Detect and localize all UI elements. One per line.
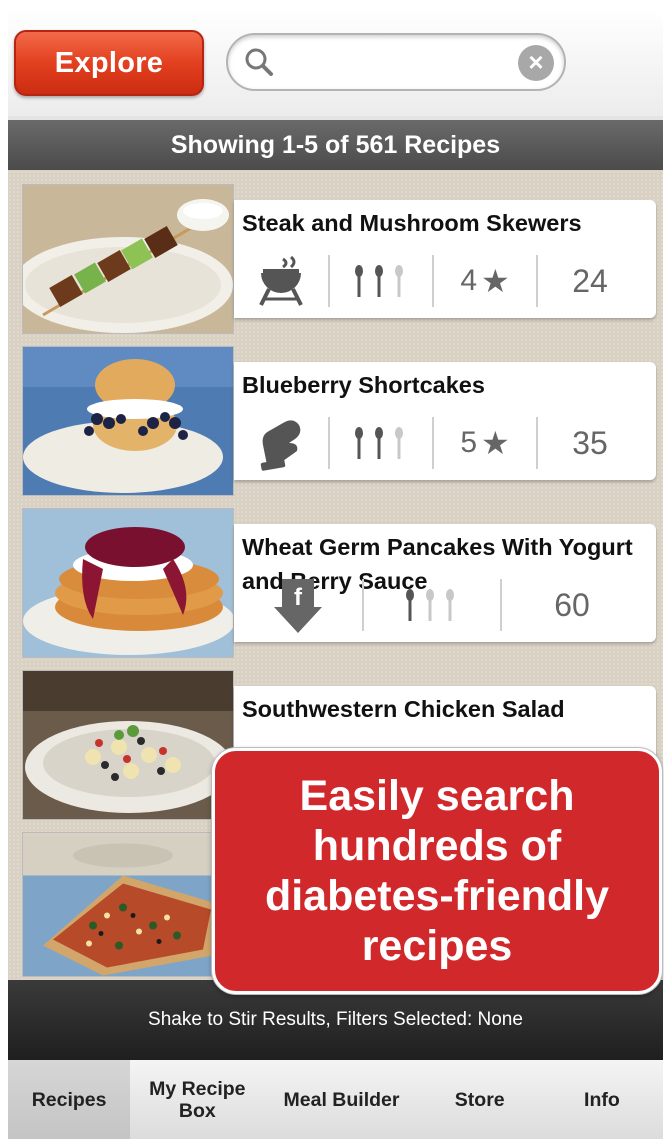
list-item[interactable]: Blueberry Shortcakes 5 ★ 35 — [22, 346, 656, 496]
search-box[interactable]: × — [226, 33, 566, 91]
recipe-title: Southwestern Chicken Salad — [242, 696, 565, 722]
recipe-title: Steak and Mushroom Skewers — [242, 210, 582, 236]
recipe-stats: 5 ★ 35 — [234, 412, 656, 474]
facebook-download-icon: f — [274, 579, 322, 633]
tab-recipes[interactable]: Recipes — [8, 1060, 131, 1139]
recipe-thumbnail[interactable] — [22, 832, 234, 977]
meal-icons — [330, 417, 434, 469]
tab-bar: Recipes My Recipe Box Meal Builder Store… — [8, 1060, 663, 1139]
recipe-count: 60 — [554, 586, 590, 623]
star-icon: ★ — [481, 425, 510, 461]
cooking-method: f — [234, 579, 364, 633]
recipe-count: 24 — [572, 262, 608, 299]
tab-meal-builder[interactable]: Meal Builder — [264, 1060, 418, 1139]
recipe-card[interactable]: Steak and Mushroom Skewers 4 ★ 24 — [234, 200, 656, 318]
recipe-card[interactable]: Wheat Germ Pancakes With Yogurt and Berr… — [234, 524, 656, 642]
grill-icon — [259, 255, 303, 306]
recipe-count: 35 — [572, 424, 608, 461]
star-icon: ★ — [481, 263, 510, 299]
list-item[interactable]: Steak and Mushroom Skewers 4 ★ 24 — [22, 184, 656, 334]
rating: 4 ★ — [434, 255, 538, 307]
promo-line: Easily search — [299, 772, 575, 820]
cooking-method — [234, 417, 330, 471]
meal-icons — [330, 255, 434, 307]
recipe-card[interactable]: Blueberry Shortcakes 5 ★ 35 — [234, 362, 656, 480]
recipe-title: Blueberry Shortcakes — [242, 372, 485, 398]
recipe-thumbnail[interactable] — [22, 184, 234, 334]
utensils-icon — [355, 427, 403, 459]
clear-search-icon[interactable]: × — [518, 45, 554, 81]
oven-mitt-icon — [260, 420, 301, 471]
utensils-icon — [406, 589, 454, 621]
recipe-stats: 4 ★ 24 — [234, 250, 656, 312]
list-item[interactable]: Wheat Germ Pancakes With Yogurt and Berr… — [22, 508, 656, 658]
recipe-thumbnail[interactable] — [22, 670, 234, 820]
results-summary: Showing 1-5 of 561 Recipes — [8, 120, 663, 170]
utensils-icon — [355, 265, 403, 297]
promo-line: recipes — [361, 922, 513, 970]
recipe-stats: f 60 — [234, 574, 656, 636]
tab-info[interactable]: Info — [541, 1060, 663, 1139]
rating: 5 ★ — [434, 417, 538, 469]
cooking-method — [234, 255, 330, 307]
rating-value: 4 — [460, 264, 477, 297]
meal-icons — [364, 579, 502, 631]
tab-my-recipe-box[interactable]: My Recipe Box — [130, 1060, 264, 1139]
explore-button[interactable]: Explore — [14, 30, 204, 96]
search-input[interactable] — [282, 45, 502, 79]
recipe-thumbnail[interactable] — [22, 508, 234, 658]
recipe-thumbnail[interactable] — [22, 346, 234, 496]
top-bar: Explore × — [8, 8, 663, 116]
svg-text:f: f — [294, 584, 303, 611]
tab-store[interactable]: Store — [419, 1060, 541, 1139]
promo-banner: Easily search hundreds of diabetes-frien… — [212, 748, 662, 994]
promo-line: diabetes-friendly — [264, 872, 610, 920]
promo-line: hundreds of — [312, 822, 562, 870]
rating-value: 5 — [460, 426, 477, 459]
search-icon — [245, 48, 273, 76]
